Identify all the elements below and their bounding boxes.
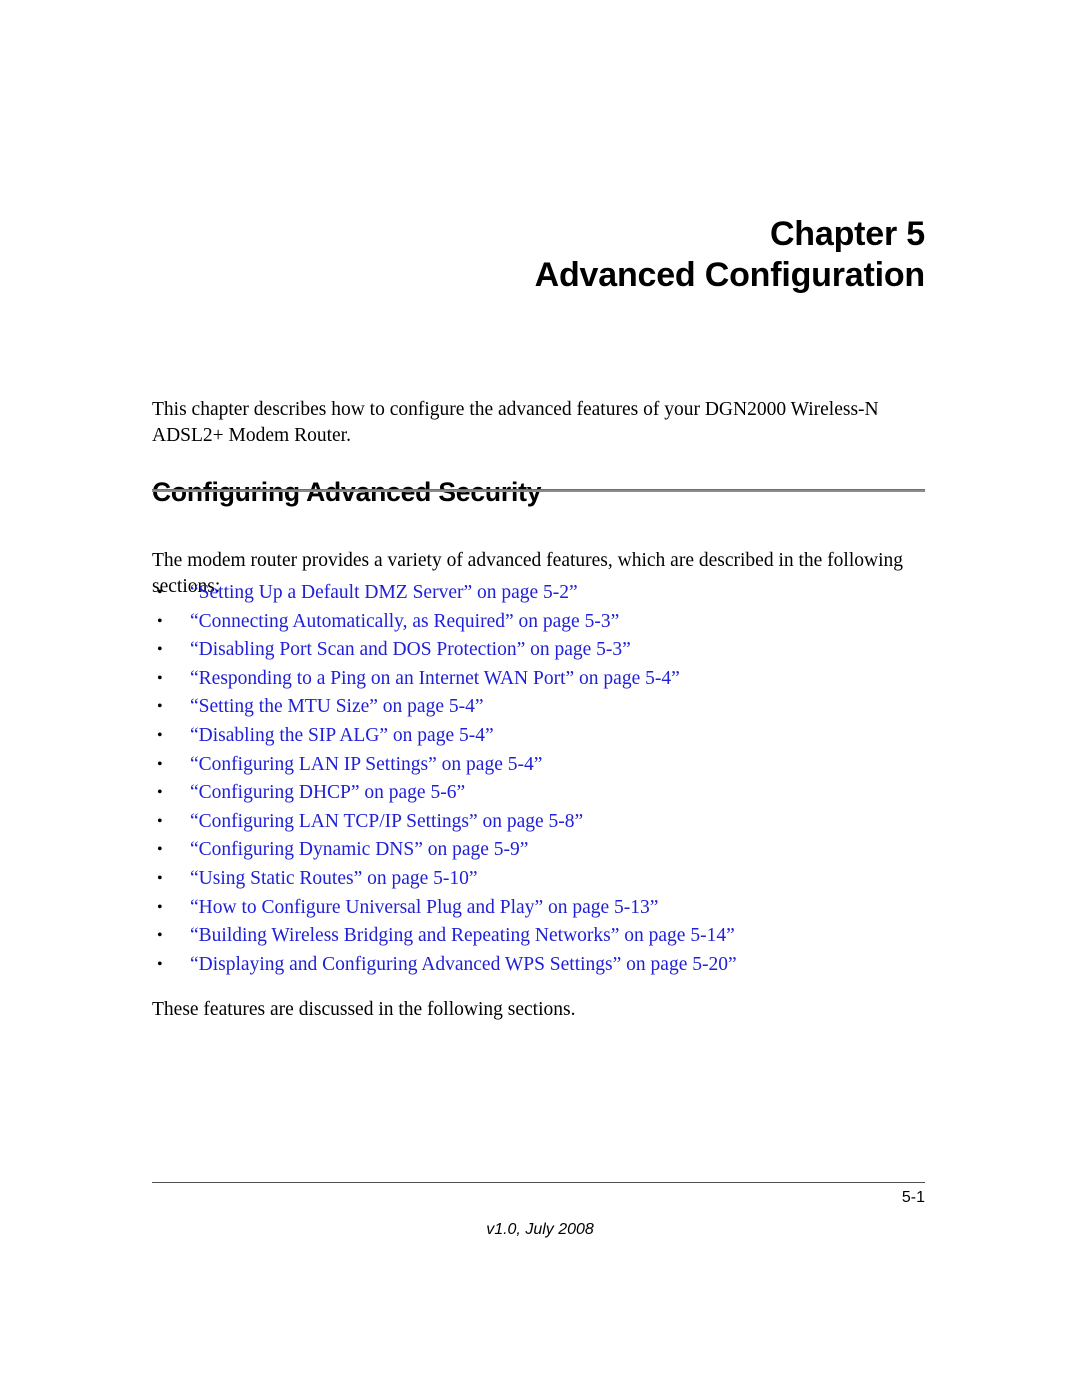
cross-reference-link[interactable]: “Responding to a Ping on an Internet WAN… xyxy=(190,668,680,689)
list-item: • “Configuring Dynamic DNS” on page 5-9” xyxy=(152,836,942,865)
chapter-label: Chapter xyxy=(769,215,898,253)
cross-reference-link[interactable]: “Disabling the SIP ALG” on page 5-4” xyxy=(190,725,494,746)
document-page: Chapter 5 Advanced Configuration This ch… xyxy=(0,0,1080,1397)
cross-reference-link[interactable]: “Using Static Routes” on page 5-10” xyxy=(190,868,478,889)
list-item: • “Disabling Port Scan and DOS Protection… xyxy=(152,636,942,665)
cross-reference-link[interactable]: “Displaying and Configuring Advanced WPS… xyxy=(190,954,737,975)
chapter-title-line-1: Chapter 5 xyxy=(152,214,925,255)
bullet-icon: • xyxy=(157,698,163,716)
cross-reference-link[interactable]: “How to Configure Universal Plug and Pla… xyxy=(190,897,658,918)
bullet-icon: • xyxy=(157,812,163,830)
list-item: • “Connecting Automatically, as Required”… xyxy=(152,608,942,637)
cross-reference-list: • “Setting Up a Default DMZ Server” on pa… xyxy=(152,579,942,979)
list-item: • “Responding to a Ping on an Internet WA… xyxy=(152,665,942,694)
cross-reference-link[interactable]: “Setting Up a Default DMZ Server” on pag… xyxy=(190,582,578,603)
list-item: • “Displaying and Configuring Advanced WP… xyxy=(152,951,942,980)
section-closing-paragraph: These features are discussed in the foll… xyxy=(152,998,576,1020)
bullet-icon: • xyxy=(157,612,163,630)
bullet-icon: • xyxy=(157,898,163,916)
list-item: • “Configuring DHCP” on page 5-6” xyxy=(152,779,942,808)
bullet-icon: • xyxy=(157,669,163,687)
bullet-icon: • xyxy=(157,726,163,744)
list-item: • “Setting the MTU Size” on page 5-4” xyxy=(152,693,942,722)
cross-reference-link[interactable]: “Configuring DHCP” on page 5-6” xyxy=(190,782,465,803)
list-item: • “Building Wireless Bridging and Repeati… xyxy=(152,922,942,951)
list-item: • “Disabling the SIP ALG” on page 5-4” xyxy=(152,722,942,751)
cross-reference-link[interactable]: “Building Wireless Bridging and Repeatin… xyxy=(190,925,735,946)
cross-reference-link[interactable]: “Configuring LAN IP Settings” on page 5-… xyxy=(190,754,542,775)
list-item: • “Configuring LAN IP Settings” on page 5… xyxy=(152,751,942,780)
bullet-icon: • xyxy=(157,755,163,773)
chapter-title-line-2: Advanced Configuration xyxy=(534,256,926,294)
cross-reference-link[interactable]: “Configuring Dynamic DNS” on page 5-9” xyxy=(190,839,528,860)
cross-reference-link[interactable]: “Connecting Automatically, as Required” … xyxy=(190,611,619,632)
bullet-icon: • xyxy=(157,927,163,945)
list-item: • “Using Static Routes” on page 5-10” xyxy=(152,865,942,894)
bullet-icon: • xyxy=(157,584,163,601)
page-number: 5-1 xyxy=(901,1189,925,1206)
bullet-icon: • xyxy=(157,955,163,973)
list-item: • “How to Configure Universal Plug and Pl… xyxy=(152,894,942,923)
bullet-icon: • xyxy=(157,841,163,859)
footer-rule xyxy=(152,1182,925,1183)
chapter-title: Chapter 5 Advanced Configuration xyxy=(152,214,926,296)
intro-paragraph: This chapter describes how to configure … xyxy=(152,398,879,446)
bullet-icon: • xyxy=(157,869,163,887)
bullet-icon: • xyxy=(157,784,163,802)
cross-reference-link[interactable]: “Configuring LAN TCP/IP Settings” on pag… xyxy=(190,811,583,832)
cross-reference-link[interactable]: “Setting the MTU Size” on page 5-4” xyxy=(190,696,484,717)
document-version: v1.0, July 2008 xyxy=(486,1221,594,1238)
chapter-number: 5 xyxy=(906,215,925,253)
section-heading-rule xyxy=(152,489,925,492)
bullet-icon: • xyxy=(157,641,163,659)
cross-reference-link[interactable]: “Disabling Port Scan and DOS Protection”… xyxy=(190,639,631,660)
list-item: • “Setting Up a Default DMZ Server” on pa… xyxy=(152,579,942,608)
list-item: • “Configuring LAN TCP/IP Settings” on pa… xyxy=(152,808,942,837)
